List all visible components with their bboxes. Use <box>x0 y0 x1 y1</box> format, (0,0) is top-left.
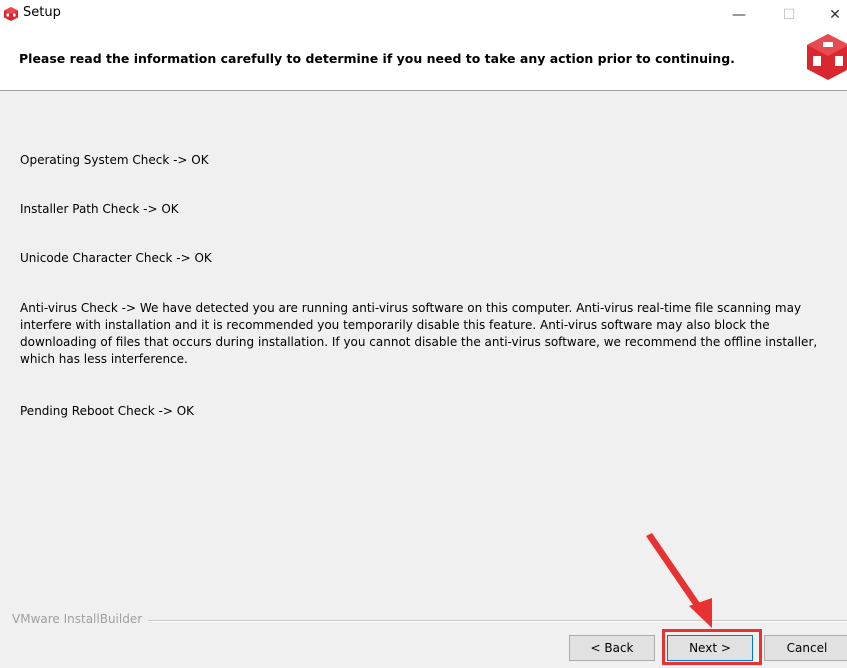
next-button-highlight-box <box>662 629 762 665</box>
cancel-button[interactable]: Cancel <box>764 635 847 661</box>
unicode-check-text: Unicode Character Check -> OK <box>20 251 212 265</box>
close-button[interactable]: ✕ <box>812 0 847 30</box>
back-button[interactable]: < Back <box>569 635 655 661</box>
maximize-button[interactable]: ☐ <box>766 0 812 30</box>
installbuilder-logo-icon <box>807 34 847 80</box>
footer: VMware InstallBuilder < Back Next > Canc… <box>0 612 847 668</box>
app-cube-icon <box>4 7 18 21</box>
title-bar: Setup — ☐ ✕ <box>0 0 847 30</box>
installer-path-check-text: Installer Path Check -> OK <box>20 202 179 216</box>
os-check-text: Operating System Check -> OK <box>20 153 209 167</box>
minimize-button[interactable]: — <box>716 0 762 30</box>
antivirus-check-text: Anti-virus Check -> We have detected you… <box>20 301 818 366</box>
window-title: Setup <box>23 5 61 20</box>
brand-label: VMware InstallBuilder <box>12 612 149 626</box>
pending-reboot-check-text: Pending Reboot Check -> OK <box>20 404 195 418</box>
header-text: Please read the information carefully to… <box>19 51 735 66</box>
page-header: Please read the information carefully to… <box>0 30 847 90</box>
checks-panel: Operating System Check -> OK Installer P… <box>0 92 847 612</box>
